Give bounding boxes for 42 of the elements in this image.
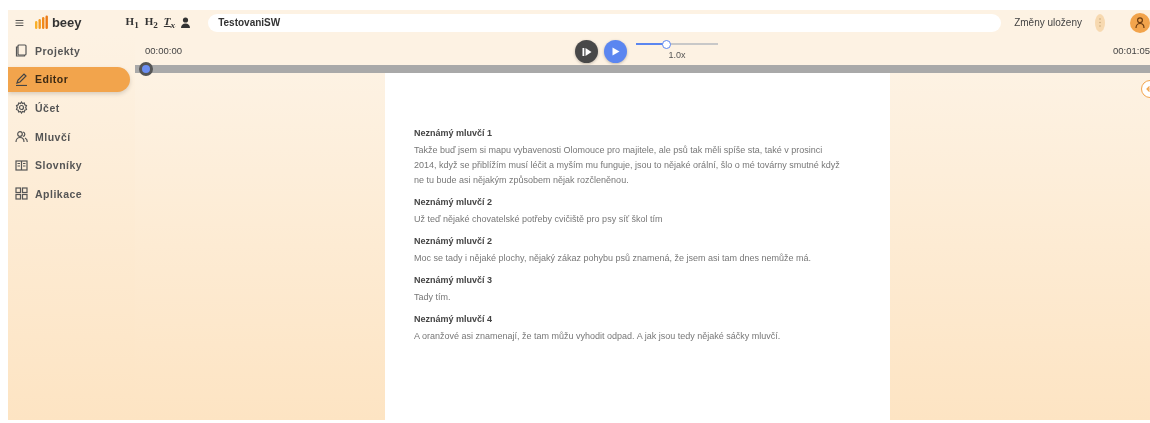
slider-thumb[interactable] [662,39,672,49]
transcript-text[interactable]: Moc se tady i nějaké plochy, nějaký zákaz pohybu psů znamená, že jsem asi tam dnes nemůže má. [414,251,846,266]
sidebar-item[interactable]: Mluvčí [8,124,130,150]
play-from-cursor-icon [581,46,592,57]
title-field[interactable]: TestovaniSW [208,13,1002,32]
sidebar-item[interactable]: Aplikace [8,181,130,207]
heading-2-button[interactable]: H$_{2}$ [144,14,158,31]
transcript-text[interactable]: Už teď nějaké chovatelské potřeby cvičiště pro psy síť škol tím [414,212,846,227]
play-from-cursor-button[interactable] [575,40,598,63]
heading-1-button[interactable]: H$_{1}$ [125,14,139,31]
sidebar-item[interactable]: Projekty [8,38,130,63]
transcript-text[interactable]: Takže buď jsem si mapu vybavenosti Olomouce pro majitele, ale psů tak měli spíše sta, také v prosinci 2014, když se přiblížím musí léčit a myším mu funguje, jsou to nějaké orální, šlo o mé továrny smutné když ne tu bude asi nějakým způsobem nějak rozčleněnou. [414,143,846,188]
people-icon [15,130,28,144]
brand-name: beey [51,15,82,30]
gear-icon [15,101,28,115]
save-status: Změny uloženy [1014,17,1082,28]
apps-icon [15,187,28,201]
speaker-name: Neznámý mluvčí 2 [414,236,494,246]
current-time: 00:00:00 [144,44,183,56]
transcript-text[interactable]: A oranžové asi znamenají, že tam můžu vyhodit odpad. A jak jsou tedy nějaké sáčky mluvčí. [414,329,846,344]
book-icon [15,158,28,172]
sidebar-item[interactable]: Účet [8,95,130,121]
user-avatar[interactable] [1130,12,1150,33]
speaker-name: Neznámý mluvčí 1 [414,128,494,138]
person-icon [1135,17,1145,28]
clear-format-button[interactable]: T$_{x}$ [163,14,176,31]
play-button[interactable] [604,40,627,63]
play-icon [611,47,620,56]
sidebar-item[interactable]: Editor [8,66,130,92]
sidebar-item[interactable]: Slovníky [8,152,130,178]
speed-reading: 1.0x [668,50,686,60]
speaker-name: Neznámý mluvčí 4 [414,314,494,324]
person-icon[interactable] [181,17,191,28]
logo-icon [33,15,49,30]
speaker-name: Neznámý mluvčí 3 [414,275,494,285]
timeline-track[interactable] [135,65,1150,73]
total-time: 00:01:05 [1113,44,1150,56]
pen-icon [15,72,28,86]
speaker-name: Neznámý mluvčí 2 [414,197,494,207]
transcript-text[interactable]: Tady tím. [414,290,846,305]
documents-icon [15,44,28,57]
timeline-thumb[interactable] [139,62,153,76]
